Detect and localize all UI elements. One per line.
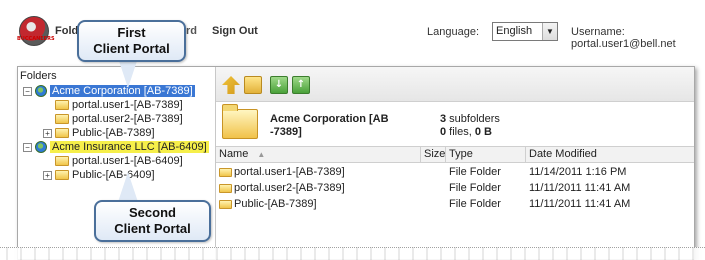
tree-node-label[interactable]: Public-[AB-7389] (72, 127, 155, 139)
language-selected-value: English (496, 25, 533, 37)
callout-pointer (118, 58, 138, 88)
callout-text: Client Portal (93, 41, 170, 56)
username-label: Username: portal.user1@bell.net (571, 26, 676, 50)
row-name-cell[interactable]: Public-[AB-7389] (219, 196, 317, 212)
column-header-size[interactable]: Size (421, 147, 446, 162)
folder-icon (55, 128, 69, 139)
language-select[interactable]: English ▼ (492, 22, 558, 41)
portal-globe-icon (35, 141, 47, 154)
portal-globe-icon (35, 85, 47, 98)
file-grid: Name ▲ Size Type Date Modified portal.us… (216, 146, 694, 259)
column-header-type[interactable]: Type (446, 147, 526, 162)
download-icon[interactable]: ↓ (270, 76, 288, 94)
callout-text: Client Portal (114, 221, 191, 236)
large-folder-icon (222, 104, 258, 139)
chevron-down-icon[interactable]: ▼ (542, 23, 557, 40)
tree-node-portal-user1-7389[interactable]: portal.user1-[AB-7389] (55, 99, 183, 112)
arrow-up-icon: ↑ (296, 79, 306, 90)
collapse-icon[interactable]: − (23, 142, 32, 152)
folder-icon (219, 183, 232, 193)
folder-size: 0 B (474, 126, 492, 138)
table-row[interactable]: portal.user2-[AB-7389] File Folder 11/11… (216, 180, 694, 196)
grid-header: Name ▲ Size Type Date Modified (216, 146, 694, 163)
upload-icon[interactable]: ↑ (292, 76, 310, 94)
folder-icon (55, 170, 69, 181)
row-date: 11/11/2011 11:41 AM (529, 198, 631, 210)
logo-text: BUCCANEERS (17, 36, 55, 42)
row-type: File Folder (449, 198, 501, 210)
tree-node-public-7389[interactable]: + Public-[AB-7389] (43, 127, 155, 140)
files-label: files, (446, 126, 475, 138)
tree-node-label[interactable]: portal.user2-[AB-7389] (72, 113, 183, 125)
column-header-name-label: Name (219, 148, 249, 160)
arrow-down-icon: ↓ (274, 79, 284, 90)
folder-icon (219, 167, 232, 177)
nav-sign-out[interactable]: Sign Out (212, 25, 258, 37)
tree-node-portal-user2-7389[interactable]: portal.user2-[AB-7389] (55, 113, 183, 126)
row-name-cell[interactable]: portal.user1-[AB-7389] (219, 164, 345, 180)
tree-node-label[interactable]: portal.user1-[AB-6409] (72, 155, 183, 167)
file-toolbar: ↓ ↑ (216, 67, 694, 102)
tree-node-acme-insurance[interactable]: − Acme Insurance LLC [AB-6409] (23, 141, 209, 154)
row-date: 11/11/2011 11:41 AM (529, 182, 631, 194)
table-row[interactable]: Public-[AB-7389] File Folder 11/11/2011 … (216, 196, 694, 212)
expand-icon[interactable]: + (43, 128, 52, 138)
callout-second-client-portal: Second Client Portal (94, 200, 211, 242)
row-date: 11/14/2011 1:16 PM (529, 166, 627, 178)
row-name[interactable]: portal.user1-[AB-7389] (234, 166, 345, 178)
row-type: File Folder (449, 182, 501, 194)
tree-node-label[interactable]: Public-[AB-6409] (72, 169, 155, 181)
new-folder-icon[interactable] (244, 76, 262, 94)
folder-icon (219, 199, 232, 209)
column-header-date-modified[interactable]: Date Modified (526, 147, 694, 162)
tree-node-portal-user1-6409[interactable]: portal.user1-[AB-6409] (55, 155, 183, 168)
expand-icon[interactable]: + (43, 170, 52, 180)
tree-node-label[interactable]: portal.user1-[AB-7389] (72, 99, 183, 111)
folder-up-icon[interactable] (222, 76, 240, 94)
callout-first-client-portal: First Client Portal (77, 20, 186, 62)
row-name-cell[interactable]: portal.user2-[AB-7389] (219, 180, 345, 196)
subfolder-label: subfolders (446, 113, 500, 125)
callout-text: First (117, 25, 146, 40)
sort-ascending-icon[interactable]: ▲ (257, 150, 265, 159)
tree-node-acme-corporation[interactable]: − Acme Corporation [AB-7389] (23, 85, 195, 98)
callout-text: Second (129, 205, 176, 220)
folder-stats: 3 subfolders 0 files, 0 B (440, 113, 500, 139)
folder-icon (55, 156, 69, 167)
folder-icon (55, 100, 69, 111)
callout-pointer (118, 172, 138, 202)
torn-edge-divider (0, 247, 705, 260)
row-type: File Folder (449, 166, 501, 178)
folders-pane-title: Folders (20, 70, 57, 82)
collapse-icon[interactable]: − (23, 86, 32, 96)
column-header-name[interactable]: Name ▲ (216, 147, 421, 162)
nav-dashboard[interactable]: rd (186, 25, 197, 37)
table-row[interactable]: portal.user1-[AB-7389] File Folder 11/14… (216, 164, 694, 180)
folder-icon (55, 114, 69, 125)
current-folder-name: Acme Corporation [AB -7389] (270, 113, 389, 138)
tree-node-label[interactable]: Acme Insurance LLC [AB-6409] (50, 141, 209, 153)
current-folder-info: Acme Corporation [AB -7389] 3 subfolders… (216, 103, 694, 147)
language-label: Language: (427, 26, 479, 38)
row-name[interactable]: Public-[AB-7389] (234, 198, 317, 210)
row-name[interactable]: portal.user2-[AB-7389] (234, 182, 345, 194)
